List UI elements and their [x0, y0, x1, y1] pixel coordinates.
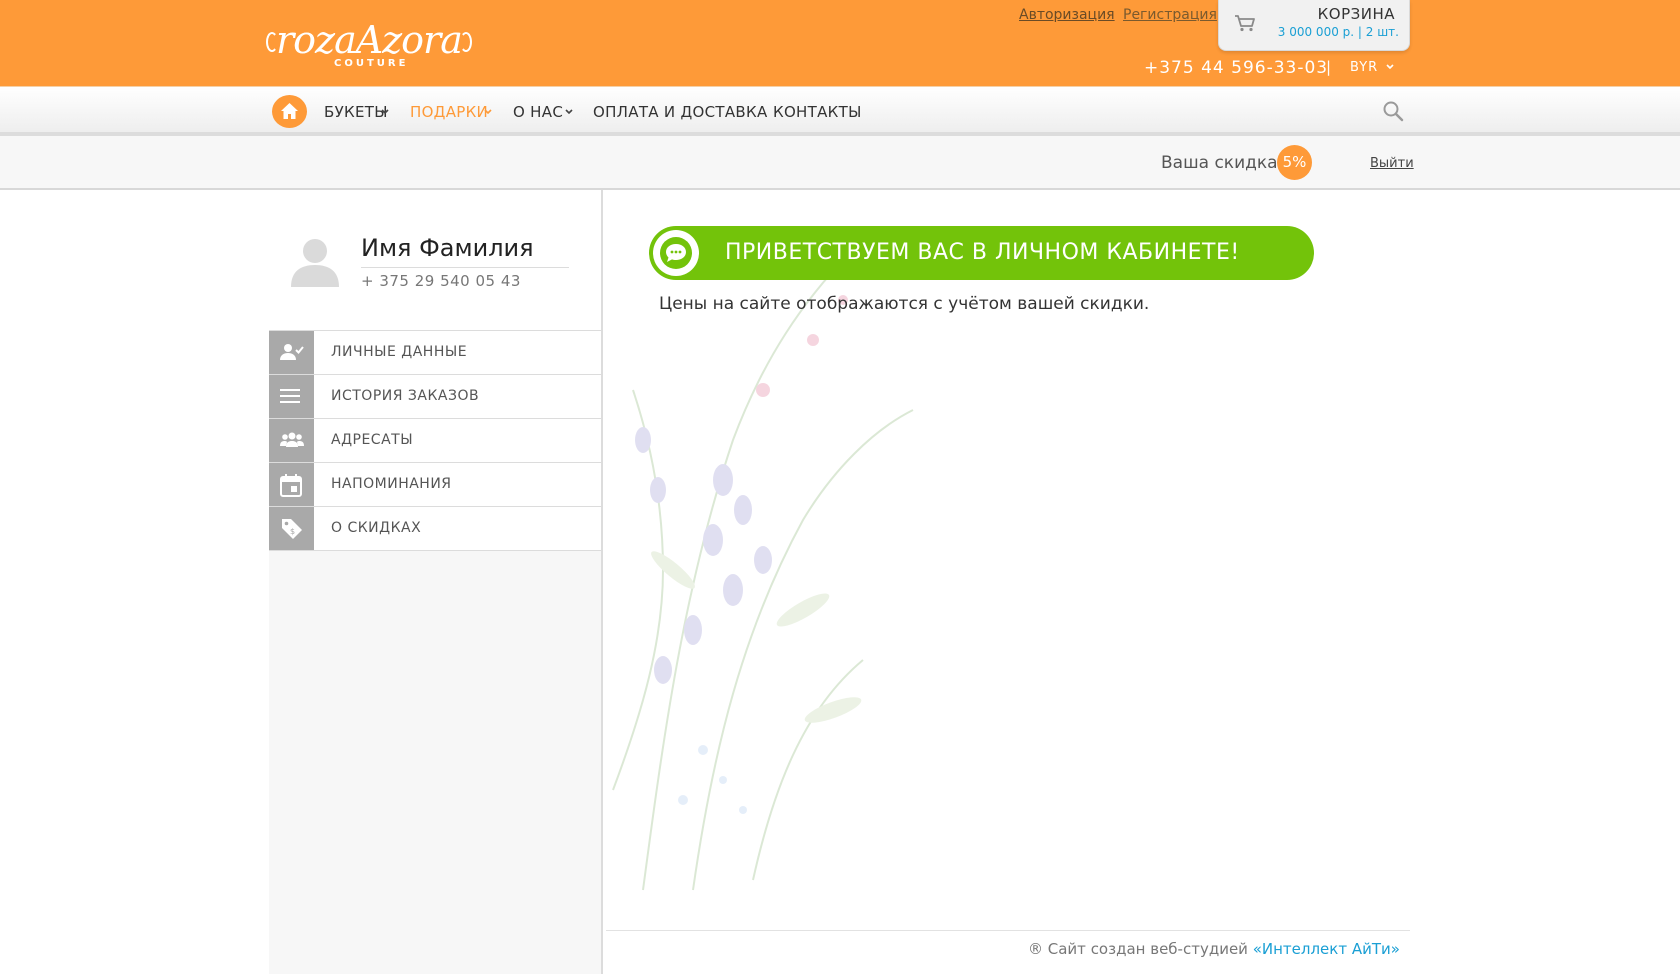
menu-item-discounts[interactable]: $ О СКИДКАХ: [269, 507, 601, 551]
avatar-icon: [291, 239, 339, 287]
site-header: rozaAzora COUTURE Авторизация Регистраци…: [0, 0, 1680, 86]
site-logo[interactable]: rozaAzora COUTURE: [266, 14, 472, 72]
menu-icon-box: [269, 375, 314, 418]
account-main: ПРИВЕТСТВУЕМ ВАС В ЛИЧНОМ КАБИНЕТЕ! Цены…: [603, 190, 1410, 930]
welcome-banner: ПРИВЕТСТВУЕМ ВАС В ЛИЧНОМ КАБИНЕТЕ!: [649, 226, 1314, 280]
svg-text:$: $: [290, 527, 295, 536]
welcome-subtext: Цены на сайте отображаются с учётом ваше…: [659, 294, 1150, 314]
footer-prefix: ® Сайт создан веб-студией: [1028, 940, 1248, 958]
menu-item-recipients[interactable]: АДРЕСАТЫ: [269, 419, 601, 463]
register-link[interactable]: Регистрация: [1123, 7, 1217, 23]
profile-phone: + 375 29 540 05 43: [361, 272, 521, 290]
main-nav: БУКЕТЫ ПОДАРКИ О НАС ОПЛАТА И ДОСТАВКА К…: [0, 86, 1680, 136]
header-separator: |: [1326, 58, 1332, 76]
menu-item-personal-data[interactable]: ЛИЧНЫЕ ДАННЫЕ: [269, 331, 601, 375]
profile-card: Имя Фамилия + 375 29 540 05 43: [269, 190, 601, 331]
nav-payment-delivery[interactable]: ОПЛАТА И ДОСТАВКА: [593, 103, 768, 121]
menu-label: ИСТОРИЯ ЗАКАЗОВ: [331, 388, 480, 404]
menu-icon-box: [269, 331, 314, 374]
discount-tag-icon: $: [282, 519, 302, 539]
home-icon: [281, 103, 298, 119]
discount-bar: Ваша скидка: 5% Выйти: [0, 136, 1680, 190]
chevron-down-icon: [484, 109, 492, 115]
nav-contacts[interactable]: КОНТАКТЫ: [773, 103, 862, 121]
chevron-down-icon: [381, 109, 389, 115]
list-icon: [280, 389, 300, 403]
user-check-icon: [280, 344, 304, 360]
logo-ornament-right: [460, 32, 472, 52]
menu-item-order-history[interactable]: ИСТОРИЯ ЗАКАЗОВ: [269, 375, 601, 419]
divider: [361, 267, 569, 268]
discount-badge: 5%: [1277, 145, 1312, 180]
account-sidebar: Имя Фамилия + 375 29 540 05 43 ЛИЧНЫЕ ДА…: [269, 190, 603, 974]
account-menu: ЛИЧНЫЕ ДАННЫЕ ИСТОРИЯ ЗАКАЗОВ АДРЕСАТЫ Н…: [269, 331, 601, 551]
menu-label: О СКИДКАХ: [331, 520, 422, 536]
nav-gifts[interactable]: ПОДАРКИ: [410, 103, 488, 121]
menu-label: ЛИЧНЫЕ ДАННЫЕ: [331, 344, 468, 360]
menu-icon-box: [269, 463, 314, 506]
header-phone: +375 44 596-33-03: [1144, 58, 1329, 78]
profile-name: Имя Фамилия: [361, 234, 534, 262]
currency-select[interactable]: BYR: [1350, 60, 1378, 75]
cart-icon: [1235, 15, 1255, 32]
nav-bouquets[interactable]: БУКЕТЫ: [324, 103, 388, 121]
menu-label: АДРЕСАТЫ: [331, 432, 414, 448]
footer-divider: [606, 930, 1410, 931]
cart-title: КОРЗИНА: [1317, 5, 1395, 23]
search-icon[interactable]: [1382, 100, 1404, 122]
menu-icon-box: $: [269, 507, 314, 550]
menu-item-reminders[interactable]: НАПОМИНАНИЯ: [269, 463, 601, 507]
discount-label: Ваша скидка:: [1161, 153, 1284, 173]
calendar-icon: [280, 474, 302, 497]
cart-widget[interactable]: КОРЗИНА 3 000 000 р. | 2 шт.: [1218, 0, 1410, 51]
logo-text: rozaAzora: [276, 18, 463, 62]
chevron-down-icon: [1386, 64, 1394, 70]
welcome-title: ПРИВЕТСТВУЕМ ВАС В ЛИЧНОМ КАБИНЕТЕ!: [725, 240, 1240, 265]
chat-bubble-icon: [666, 244, 686, 262]
footer-studio-link[interactable]: «Интеллект АйТи»: [1253, 940, 1400, 958]
chat-icon: [653, 230, 699, 276]
footer-credit: ® Сайт создан веб-студией «Интеллект АйТ…: [1028, 940, 1400, 958]
chevron-down-icon: [565, 109, 573, 115]
logo-subtitle: COUTURE: [334, 58, 409, 69]
nav-about[interactable]: О НАС: [513, 103, 563, 121]
group-icon: [280, 432, 304, 447]
menu-icon-box: [269, 419, 314, 462]
login-link[interactable]: Авторизация: [1019, 7, 1115, 23]
logout-link[interactable]: Выйти: [1370, 156, 1414, 171]
menu-label: НАПОМИНАНИЯ: [331, 476, 452, 492]
home-button[interactable]: [272, 95, 307, 128]
cart-total: 3 000 000 р. | 2 шт.: [1277, 25, 1399, 39]
